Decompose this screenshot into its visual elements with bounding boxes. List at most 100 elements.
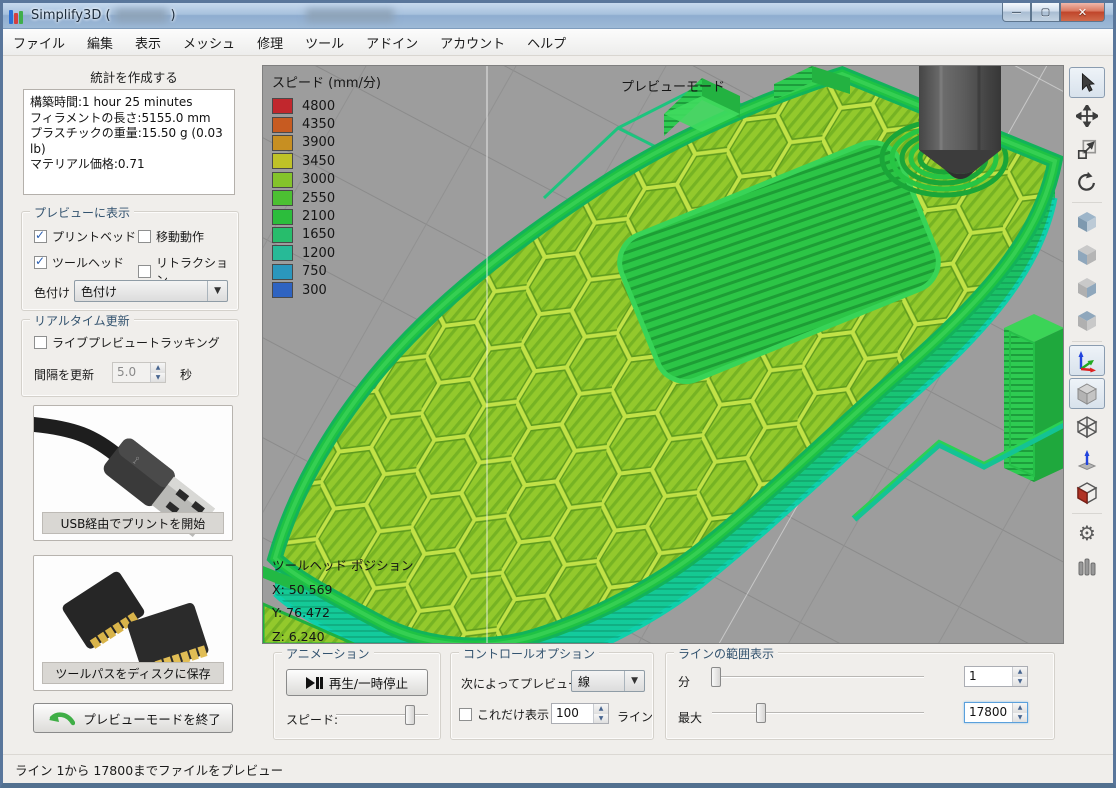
view-cube-side-icon[interactable] — [1069, 272, 1105, 303]
preview-display-group: プレビューに表示 プリントベッド 移動動作 ツールヘッド リトラクション 色付け… — [21, 211, 239, 311]
maximize-button[interactable]: ▢ — [1031, 3, 1060, 22]
view-cube-top-icon[interactable] — [1069, 305, 1105, 336]
menu-file[interactable]: ファイル — [13, 33, 65, 52]
sd-button-label: ツールパスをディスクに保存 — [42, 662, 224, 684]
coloring-dropdown[interactable]: 色付け ▼ — [74, 280, 228, 302]
speed-slider-thumb[interactable] — [405, 705, 415, 725]
solid-view-icon[interactable] — [1069, 378, 1105, 409]
control-options-group: コントロールオプション 次によってプレビュー 線 ▼ これだけ表示 100 ▲▼… — [450, 652, 654, 740]
preview-by-dropdown[interactable]: 線 ▼ — [571, 670, 645, 692]
preview-display-title: プレビューに表示 — [30, 204, 134, 221]
min-line-spinner[interactable]: 1 ▲▼ — [964, 666, 1028, 687]
left-panel: 統計を作成する 構築時間:1 hour 25 minutes フィラメントの長さ… — [13, 65, 255, 743]
legend-swatch — [272, 153, 293, 169]
toolhead-checkbox[interactable] — [34, 256, 47, 269]
window-title: Simplify3D () — [31, 8, 398, 23]
menu-mesh[interactable]: メッシュ — [183, 33, 235, 52]
max-label: 最大 — [678, 709, 702, 726]
menu-tools[interactable]: ツール — [305, 33, 344, 52]
coloring-label: 色付け — [34, 284, 70, 301]
stats-title: 統計を作成する — [13, 67, 255, 86]
min-label: 分 — [678, 673, 690, 690]
view-cube-iso-icon[interactable] — [1069, 206, 1105, 237]
select-cursor-icon[interactable] — [1069, 67, 1105, 98]
interval-spinner[interactable]: 5.0 ▲▼ — [112, 362, 166, 383]
animation-title: アニメーション — [282, 645, 374, 662]
exit-preview-button[interactable]: プレビューモードを終了 — [33, 703, 233, 733]
status-text: ライン 1から 17800までファイルをプレビュー — [15, 760, 283, 779]
scale-icon[interactable] — [1069, 133, 1105, 164]
legend-swatch — [272, 282, 293, 298]
max-line-slider[interactable] — [712, 703, 924, 723]
view-toolbar: ⚙ — [1065, 65, 1109, 636]
max-slider-thumb[interactable] — [756, 703, 766, 723]
legend-swatch — [272, 98, 293, 114]
travel-moves-checkbox[interactable] — [138, 230, 151, 243]
rotate-icon[interactable] — [1069, 166, 1105, 197]
line-range-title: ラインの範囲表示 — [674, 645, 778, 662]
stat-filament-length: フィラメントの長さ:5155.0 mm — [30, 111, 228, 127]
interval-label: 間隔を更新 — [34, 366, 94, 383]
max-line-spinner[interactable]: 17800 ▲▼ — [964, 702, 1028, 723]
interval-unit: 秒 — [180, 366, 192, 383]
retraction-checkbox[interactable] — [138, 265, 151, 278]
checkbox-row-travel[interactable]: 移動動作 — [138, 228, 204, 245]
play-pause-button[interactable]: 再生/一時停止 — [286, 669, 428, 696]
lines-count-spinner[interactable]: 100 ▲▼ — [551, 703, 609, 724]
view-cube-front-icon[interactable] — [1069, 239, 1105, 270]
settings-gear-icon[interactable]: ⚙ — [1069, 517, 1105, 548]
coordinate-axes-icon[interactable] — [1069, 345, 1105, 376]
menu-bar: ファイル 編集 表示 メッシュ 修理 ツール アドイン アカウント ヘルプ — [3, 29, 1113, 56]
legend-swatch — [272, 117, 293, 133]
wireframe-view-icon[interactable] — [1069, 411, 1105, 442]
menu-help[interactable]: ヘルプ — [527, 33, 566, 52]
preview-3d-viewport[interactable]: スピード (mm/分) 4800 4350 3900 3450 3000 255… — [262, 65, 1064, 644]
spinner-arrows-icon[interactable]: ▲▼ — [150, 363, 165, 382]
spinner-arrows-icon[interactable]: ▲▼ — [593, 704, 608, 723]
move-icon[interactable] — [1069, 100, 1105, 131]
toolhead-x: X: 50.569 — [272, 584, 413, 597]
live-tracking-checkbox[interactable] — [34, 336, 47, 349]
chevron-down-icon: ▼ — [624, 671, 638, 691]
checkbox-row-printbed[interactable]: プリントベッド — [34, 228, 136, 245]
show-only-checkbox[interactable] — [459, 708, 472, 721]
checkbox-row-toolhead[interactable]: ツールヘッド — [34, 254, 124, 271]
minimize-button[interactable]: — — [1002, 3, 1031, 22]
checkbox-row-live-tracking[interactable]: ライブプレビュートラッキング — [34, 334, 220, 351]
speed-legend: スピード (mm/分) 4800 4350 3900 3450 3000 255… — [272, 72, 381, 299]
supports-icon[interactable] — [1069, 550, 1105, 581]
min-slider-thumb[interactable] — [711, 667, 721, 687]
save-toolpaths-button[interactable]: ツールパスをディスクに保存 — [33, 555, 233, 691]
animation-speed-slider[interactable] — [336, 705, 428, 725]
menu-addins[interactable]: アドイン — [366, 33, 418, 52]
green-back-arrow-icon — [45, 709, 75, 727]
toolhead-z: Z: 6.240 — [272, 631, 413, 644]
toolhead-position-title: ツールヘッド ポジション — [272, 560, 413, 573]
menu-edit[interactable]: 編集 — [87, 33, 113, 52]
show-only-row[interactable]: これだけ表示 — [459, 706, 549, 723]
print-over-usb-button[interactable]: ⟟ USB経由でプリントを開始 — [33, 405, 233, 541]
menu-account[interactable]: アカウント — [440, 33, 505, 52]
realtime-group: リアルタイム更新 ライブプレビュートラッキング 間隔を更新 5.0 ▲▼ 秒 — [21, 319, 239, 397]
cross-section-icon[interactable] — [1069, 477, 1105, 508]
close-button[interactable]: ✕ — [1060, 3, 1105, 22]
stat-material-cost: マテリアル価格:0.71 — [30, 157, 228, 173]
legend-swatch — [272, 264, 293, 280]
preview-controls: アニメーション 再生/一時停止 スピード: コントロールオプション 次によってプ… — [262, 648, 1103, 748]
preview-by-label: 次によってプレビュー — [461, 675, 580, 692]
speed-legend-title: スピード (mm/分) — [272, 72, 381, 91]
printbed-checkbox[interactable] — [34, 230, 47, 243]
preview-mode-label: プレビューモード — [621, 76, 725, 95]
play-pause-icon — [306, 677, 323, 689]
usb-button-label: USB経由でプリントを開始 — [42, 512, 224, 534]
spinner-arrows-icon[interactable]: ▲▼ — [1012, 667, 1027, 686]
spinner-arrows-icon[interactable]: ▲▼ — [1012, 703, 1027, 722]
censored-title-text — [115, 9, 167, 22]
chevron-down-icon: ▼ — [207, 281, 221, 301]
legend-swatch — [272, 135, 293, 151]
menu-repair[interactable]: 修理 — [257, 33, 283, 52]
min-line-slider[interactable] — [712, 667, 924, 687]
toolbar-separator — [1072, 202, 1102, 203]
surface-normals-icon[interactable] — [1069, 444, 1105, 475]
menu-view[interactable]: 表示 — [135, 33, 161, 52]
